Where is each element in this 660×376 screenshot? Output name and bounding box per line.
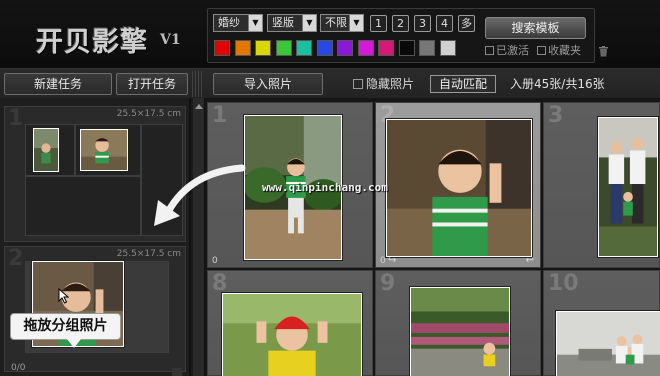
orientation-select-value: 竖版 (272, 16, 294, 29)
app-version: V1 (160, 32, 181, 48)
color-swatch[interactable] (439, 40, 456, 56)
group-photo-thumbnail[interactable] (33, 128, 59, 172)
hide-photos-label: 隐藏照片 (366, 77, 415, 91)
group-size: 25.5×17.5 cm (116, 249, 181, 259)
photo-tile[interactable]: 10 (543, 270, 660, 376)
trash-icon[interactable] (598, 46, 609, 57)
template-filter-panel: 婚纱 ▼ 竖版 ▼ 不限 ▼ 1 2 3 4 多 搜索模板 已激活 收藏夹 (207, 8, 595, 63)
color-swatch[interactable] (316, 40, 333, 56)
auto-match-button[interactable]: 自动匹配 (430, 75, 496, 93)
chevron-down-icon: ▼ (349, 15, 363, 31)
checkbox-box (537, 46, 546, 55)
group-slot[interactable] (75, 124, 141, 176)
group-number: 1 (8, 106, 24, 131)
photo-stats: 入册45张/共16张 (510, 77, 605, 91)
group-slot[interactable] (25, 176, 141, 236)
drag-arrow-icon (154, 164, 246, 226)
tile-number: 1 (212, 103, 228, 128)
tile-number: 3 (548, 103, 564, 128)
style-select-value: 婚纱 (218, 16, 240, 29)
group-counter: 0/0 (11, 363, 26, 373)
activated-label: 已激活 (496, 44, 529, 57)
photo-tile[interactable]: 8 (207, 270, 373, 376)
group-slot[interactable] (25, 124, 75, 176)
checkbox-box (485, 46, 494, 55)
tile-photo-count: 0 (380, 256, 386, 266)
color-swatch[interactable] (357, 40, 374, 56)
group-number: 2 (8, 246, 24, 271)
photo-count-3-button[interactable]: 3 (414, 15, 431, 32)
scroll-up-icon[interactable] (195, 104, 203, 109)
photo-count-many-button[interactable]: 多 (458, 15, 475, 32)
photo-tile[interactable]: 3 (543, 102, 660, 268)
color-swatch[interactable] (378, 40, 394, 56)
color-swatch[interactable] (214, 40, 230, 56)
style-select[interactable]: 婚纱 ▼ (213, 14, 263, 32)
tile-number: 9 (380, 271, 396, 296)
chevron-down-icon: ▼ (302, 15, 316, 31)
color-swatch[interactable] (419, 40, 435, 56)
new-task-button[interactable]: 新建任务 (4, 73, 112, 95)
photo-group-2[interactable]: 2 25.5×17.5 cm 0/0 (4, 246, 186, 373)
photo-tile[interactable]: 9 (375, 270, 541, 376)
vertical-scrollbar[interactable] (193, 98, 205, 376)
checkbox-box (353, 79, 363, 89)
limit-select[interactable]: 不限 ▼ (320, 14, 364, 32)
group-size: 25.5×17.5 cm (116, 109, 181, 119)
chevron-down-icon: ▼ (248, 15, 262, 31)
color-swatch[interactable] (234, 40, 251, 56)
hide-photos-checkbox[interactable]: 隐藏照片 (353, 77, 414, 91)
watermark-text: www.qinpinchang.com (262, 181, 388, 194)
app-logo: 开贝影擎 (36, 27, 148, 58)
left-scrollbar[interactable] (172, 368, 182, 376)
limit-select-value: 不限 (325, 16, 347, 29)
toolbar-splitter[interactable] (192, 71, 204, 97)
grid-photo[interactable] (410, 287, 510, 376)
mouse-cursor-icon (58, 288, 70, 304)
color-swatch[interactable] (337, 40, 353, 56)
orientation-select[interactable]: 竖版 ▼ (267, 14, 317, 32)
activated-checkbox[interactable]: 已激活 (485, 45, 529, 57)
color-swatch[interactable] (255, 40, 271, 56)
search-template-button[interactable]: 搜索模板 (485, 17, 586, 39)
photo-count-4-button[interactable]: 4 (436, 15, 453, 32)
grid-photo[interactable] (598, 117, 658, 257)
photo-grid: 1 0 2 0 ↪ ↩ 3 8 9 10 (193, 98, 660, 376)
photo-tile-selected[interactable]: 2 0 ↪ ↩ (375, 102, 541, 268)
rotate-left-icon[interactable]: ↪ (388, 256, 396, 266)
drag-hint-tooltip: 拖放分组照片 (10, 313, 121, 348)
import-photos-button[interactable]: 导入照片 (213, 73, 323, 95)
app-header: 开贝影擎 V1 婚纱 ▼ 竖版 ▼ 不限 ▼ 1 2 3 4 多 搜索模板 已激… (0, 0, 660, 68)
photo-count-2-button[interactable]: 2 (392, 15, 409, 32)
favorites-label: 收藏夹 (548, 44, 581, 57)
tile-number: 10 (548, 271, 579, 296)
group-photo-thumbnail[interactable] (80, 129, 128, 171)
main-toolbar: 新建任务 打开任务 导入照片 隐藏照片 自动匹配 入册45张/共16张 (0, 68, 660, 98)
favorites-checkbox[interactable]: 收藏夹 (537, 45, 581, 57)
color-swatch[interactable] (275, 40, 292, 56)
photo-count-1-button[interactable]: 1 (370, 15, 387, 32)
color-swatch[interactable] (398, 40, 415, 56)
open-task-button[interactable]: 打开任务 (116, 73, 188, 95)
grid-photo[interactable] (386, 119, 532, 257)
tile-photo-count: 0 (212, 256, 218, 266)
group-panel: 1 25.5×17.5 cm 2 25.5×17.5 cm 0/0 拖放分组照片 (0, 98, 191, 376)
rotate-right-icon[interactable]: ↩ (526, 256, 534, 266)
grid-photo[interactable] (222, 293, 362, 376)
grid-photo[interactable] (556, 311, 660, 376)
color-swatch[interactable] (296, 40, 312, 56)
